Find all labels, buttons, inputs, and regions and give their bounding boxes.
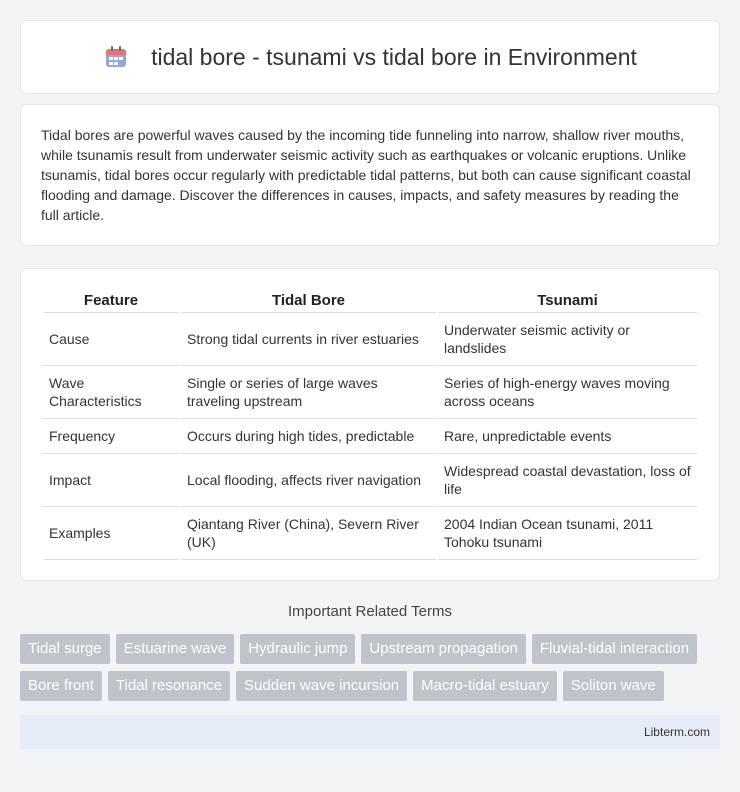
row-tidal-bore: Qiantang River (China), Severn River (UK… — [181, 507, 436, 560]
table-row: Impact Local flooding, affects river nav… — [43, 454, 697, 507]
row-tsunami: 2004 Indian Ocean tsunami, 2011 Tohoku t… — [438, 507, 697, 560]
footer: Libterm.com — [20, 715, 720, 749]
row-feature: Frequency — [43, 419, 179, 454]
row-tsunami: Underwater seismic activity or landslide… — [438, 313, 697, 366]
row-feature: Examples — [43, 507, 179, 560]
row-feature: Cause — [43, 313, 179, 366]
related-term-tag[interactable]: Estuarine wave — [115, 634, 235, 664]
table-row: Wave Characteristics Single or series of… — [43, 366, 697, 419]
intro-card: Tidal bores are powerful waves caused by… — [20, 104, 720, 246]
related-term-tag[interactable]: Tidal surge — [20, 634, 110, 664]
related-term-tag[interactable]: Soliton wave — [562, 671, 664, 701]
column-header-feature: Feature — [43, 289, 179, 313]
row-tidal-bore: Single or series of large waves travelin… — [181, 366, 436, 419]
title-card: tidal bore - tsunami vs tidal bore in En… — [20, 20, 720, 94]
column-header-tsunami: Tsunami — [438, 289, 697, 313]
related-term-tag[interactable]: Bore front — [20, 671, 102, 701]
intro-text: Tidal bores are powerful waves caused by… — [41, 127, 691, 223]
table-row: Cause Strong tidal currents in river est… — [43, 313, 697, 366]
related-terms-list: Tidal surge Estuarine wave Hydraulic jum… — [20, 634, 720, 701]
related-term-tag[interactable]: Macro-tidal estuary — [413, 671, 557, 701]
row-tsunami: Rare, unpredictable events — [438, 419, 697, 454]
column-header-tidal-bore: Tidal Bore — [181, 289, 436, 313]
related-term-tag[interactable]: Upstream propagation — [361, 634, 526, 664]
calendar-icon — [103, 44, 129, 70]
row-tsunami: Widespread coastal devastation, loss of … — [438, 454, 697, 507]
row-feature: Wave Characteristics — [43, 366, 179, 419]
related-term-tag[interactable]: Sudden wave incursion — [236, 671, 408, 701]
related-term-tag[interactable]: Hydraulic jump — [240, 634, 356, 664]
related-terms-title: Important Related Terms — [288, 603, 452, 620]
table-row: Examples Qiantang River (China), Severn … — [43, 507, 697, 560]
comparison-card: Feature Tidal Bore Tsunami Cause Strong … — [20, 268, 720, 581]
related-term-tag[interactable]: Tidal resonance — [107, 671, 231, 701]
row-tsunami: Series of high-energy waves moving acros… — [438, 366, 697, 419]
page-title: tidal bore - tsunami vs tidal bore in En… — [151, 43, 637, 70]
table-row: Frequency Occurs during high tides, pred… — [43, 419, 697, 454]
row-tidal-bore: Local flooding, affects river navigation — [181, 454, 436, 507]
row-tidal-bore: Occurs during high tides, predictable — [181, 419, 436, 454]
footer-site-link[interactable]: Libterm.com — [644, 725, 710, 739]
row-tidal-bore: Strong tidal currents in river estuaries — [181, 313, 436, 366]
row-feature: Impact — [43, 454, 179, 507]
related-term-tag[interactable]: Fluvial-tidal interaction — [531, 634, 698, 664]
comparison-table: Feature Tidal Bore Tsunami Cause Strong … — [41, 289, 699, 560]
table-header-row: Feature Tidal Bore Tsunami — [43, 289, 697, 313]
